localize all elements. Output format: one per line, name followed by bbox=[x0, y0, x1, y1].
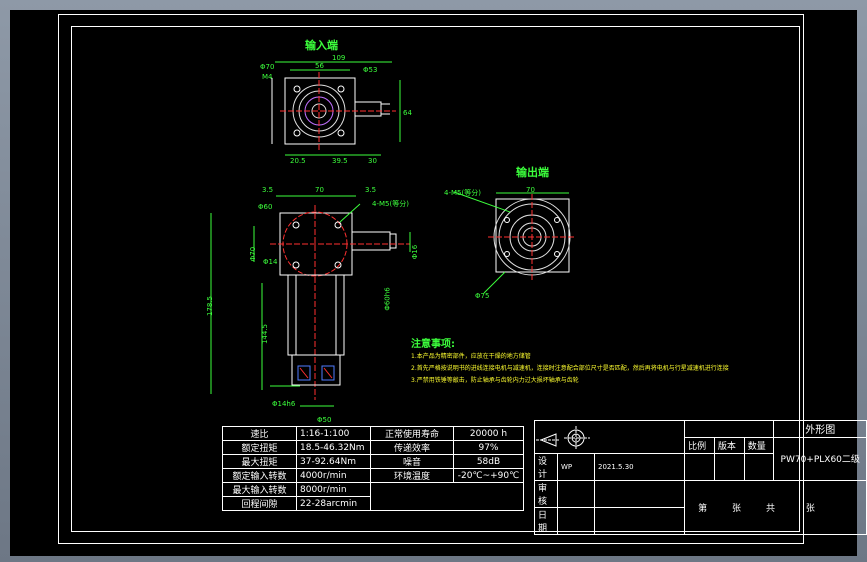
spec-cell: 1:16-1:100 bbox=[296, 426, 371, 441]
spec-cell: 环境温度 bbox=[370, 468, 454, 483]
spec-cell: 最大输入转数 bbox=[222, 482, 297, 497]
dim-text: 70 bbox=[315, 186, 324, 194]
dim-text: 4-M5(等分) bbox=[444, 189, 481, 197]
dim-text: 4-M5(等分) bbox=[372, 200, 409, 208]
cad-window: 输入端 109 56 Φ70 M4 Φ53 20.5 39.5 30 64 输出… bbox=[0, 0, 867, 562]
spec-cell: -20℃~+90℃ bbox=[453, 468, 524, 483]
table-row: 额定输入转数 4000r/min 环境温度 -20℃~+90℃ bbox=[222, 468, 524, 483]
spec-cell: 58dB bbox=[453, 454, 524, 469]
notes-title: 注意事项: bbox=[411, 339, 455, 350]
blank-cell bbox=[593, 480, 686, 508]
dim-text: Φ75 bbox=[475, 292, 490, 300]
spec-cell: 18.5-46.32Nm bbox=[296, 440, 371, 455]
dim-text: 39.5 bbox=[332, 157, 348, 165]
spec-cell-empty bbox=[370, 482, 524, 511]
blank-cell bbox=[557, 507, 595, 535]
dim-text: Φ14 bbox=[263, 258, 278, 266]
dim-text: Φ60 bbox=[258, 203, 273, 211]
table-row: 速比 1:16-1:100 正常使用寿命 20000 h bbox=[222, 426, 524, 441]
designer: WP bbox=[557, 453, 595, 481]
sheet-unit: 张 bbox=[732, 504, 742, 514]
spec-cell: 回程间隙 bbox=[222, 496, 297, 511]
dim-text: Φ53 bbox=[363, 66, 378, 74]
version-label: 版本 bbox=[713, 436, 745, 454]
note-line: 3.严禁用铁锤等敲击，防止轴承与齿轮内力过大损坏轴承与齿轮 bbox=[411, 377, 579, 384]
output-end-title: 输出端 bbox=[516, 166, 549, 179]
table-row: 最大扭矩 37-92.64Nm 噪音 58dB bbox=[222, 454, 524, 469]
dim-text: Φ70 bbox=[249, 246, 258, 262]
qty-label: 数量 bbox=[743, 436, 775, 454]
output-end-view bbox=[453, 191, 576, 294]
sheet-count-cell: 第 张 共 张 bbox=[684, 480, 867, 535]
spec-cell: 额定扭矩 bbox=[222, 440, 297, 455]
dim-text: Φ50 bbox=[317, 416, 332, 424]
note-line: 1.本产品为精密部件，应放在干燥的地方储管 bbox=[411, 353, 531, 360]
spec-cell: 4000r/min bbox=[296, 468, 371, 483]
blank-cell bbox=[684, 420, 775, 438]
dim-text: 3.5 bbox=[365, 186, 377, 194]
scale-label: 比例 bbox=[684, 436, 715, 454]
dim-text: 30 bbox=[368, 157, 377, 165]
dim-text: 70 bbox=[526, 186, 535, 194]
spec-cell: 速比 bbox=[222, 426, 297, 441]
dim-text: 178.5 bbox=[206, 295, 215, 317]
title-block: 外形图 比例 版本 数量 PW70+PLX60二级 设计 WP 2021.5.3… bbox=[533, 420, 867, 535]
dim-text: M4 bbox=[262, 73, 273, 81]
date-label: 日期 bbox=[534, 507, 558, 535]
total-unit: 张 bbox=[805, 504, 815, 514]
projection-cell bbox=[533, 420, 686, 454]
blank-cell bbox=[593, 507, 686, 535]
dim-text: 109 bbox=[332, 54, 346, 62]
dim-text: Φ16 bbox=[411, 244, 420, 260]
dim-text: 64 bbox=[403, 109, 412, 117]
dim-text: 144.5 bbox=[261, 323, 270, 345]
front-view bbox=[210, 195, 411, 407]
dim-text: Φ60h6 bbox=[383, 287, 392, 311]
design-label: 设计 bbox=[534, 453, 558, 481]
spec-cell: 22-28arcmin bbox=[296, 496, 371, 511]
dim-text: Φ14h6 bbox=[272, 400, 296, 408]
blank-cell bbox=[557, 480, 595, 508]
spec-cell: 97% bbox=[453, 440, 524, 455]
input-end-view bbox=[271, 61, 401, 156]
dim-text: 3.5 bbox=[262, 186, 274, 194]
review-label: 审核 bbox=[534, 480, 558, 508]
model-name: PW70+PLX60二级 bbox=[773, 436, 867, 481]
spec-cell: 额定输入转数 bbox=[222, 468, 297, 483]
spec-table: 速比 1:16-1:100 正常使用寿命 20000 h 额定扭矩 18.5-4… bbox=[222, 426, 524, 511]
spec-cell: 37-92.64Nm bbox=[296, 454, 371, 469]
note-line: 2.首先严格按说明书的进线连接电机与减速机，连接时注意配合部位尺寸是否匹配，然后… bbox=[411, 365, 729, 372]
table-row: 额定扭矩 18.5-46.32Nm 传递效率 97% bbox=[222, 440, 524, 455]
dim-text: 56 bbox=[315, 62, 324, 70]
blank-cell bbox=[684, 453, 715, 481]
spec-cell: 噪音 bbox=[370, 454, 454, 469]
dim-text: 20.5 bbox=[290, 157, 306, 165]
total-label: 共 bbox=[765, 504, 775, 514]
spec-cell: 传递效率 bbox=[370, 440, 454, 455]
spec-cell: 8000r/min bbox=[296, 482, 371, 497]
sheet-label: 第 bbox=[698, 504, 708, 514]
spec-cell: 20000 h bbox=[453, 426, 524, 441]
spec-cell: 最大扭矩 bbox=[222, 454, 297, 469]
dim-text: Φ70 bbox=[260, 63, 275, 71]
design-date: 2021.5.30 bbox=[593, 453, 686, 481]
input-end-title: 输入端 bbox=[305, 39, 338, 52]
drawing-title: 外形图 bbox=[773, 420, 867, 438]
blank-cell bbox=[713, 453, 745, 481]
table-row: 最大输入转数 8000r/min bbox=[222, 482, 524, 511]
blank-cell bbox=[743, 453, 775, 481]
spec-cell: 正常使用寿命 bbox=[370, 426, 454, 441]
